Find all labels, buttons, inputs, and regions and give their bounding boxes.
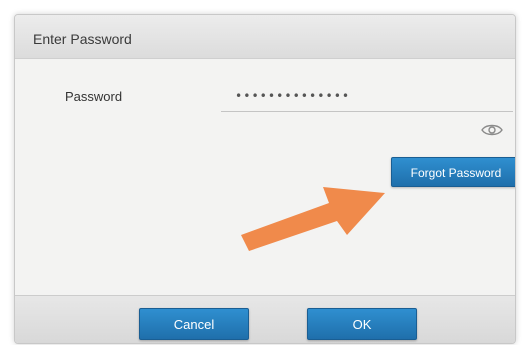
enter-password-dialog: Enter Password Password •••••••••••••• F… <box>14 14 516 344</box>
arrow-icon <box>241 187 385 251</box>
eye-icon[interactable] <box>481 123 503 137</box>
ok-button[interactable]: OK <box>307 308 417 340</box>
screenshot-stage: Enter Password Password •••••••••••••• F… <box>0 0 528 345</box>
dialog-footer: Cancel OK <box>15 295 515 343</box>
cancel-button[interactable]: Cancel <box>139 308 249 340</box>
password-field[interactable]: •••••••••••••• <box>221 81 513 112</box>
forgot-password-button[interactable]: Forgot Password <box>391 157 515 187</box>
password-masked-value: •••••••••••••• <box>235 89 351 103</box>
dialog-title-bar: Enter Password <box>15 15 515 59</box>
password-label: Password <box>65 89 123 104</box>
dialog-title: Enter Password <box>33 31 132 47</box>
